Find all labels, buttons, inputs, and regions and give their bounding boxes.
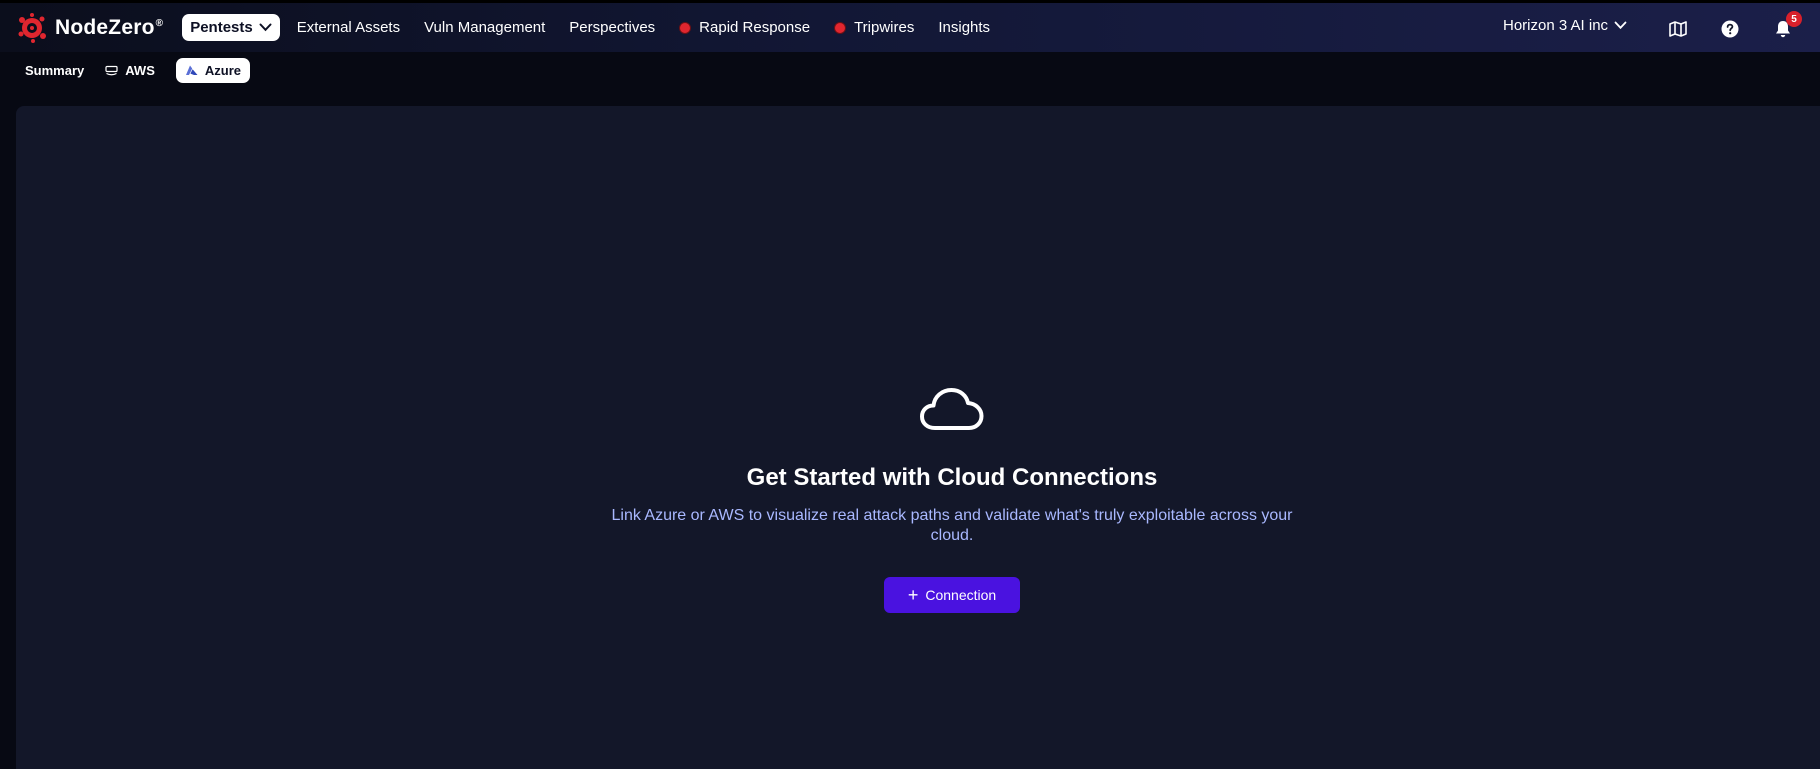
empty-state-description: Link Azure or AWS to visualize real atta… <box>611 507 1293 544</box>
main-nav: Pentests External Assets Vuln Management… <box>182 14 1014 41</box>
tab-azure-label: Azure <box>204 62 241 78</box>
nav-rapid-response[interactable]: Rapid Response <box>679 19 810 36</box>
tab-summary[interactable]: Summary <box>25 58 84 83</box>
top-navigation-bar: NodeZero® Pentests External Assets Vuln … <box>0 0 1820 52</box>
nodezero-logo[interactable]: NodeZero® <box>16 12 163 44</box>
tab-aws[interactable]: AWS <box>105 58 155 83</box>
chevron-down-icon <box>259 23 272 32</box>
tab-azure[interactable]: Azure <box>175 57 250 83</box>
map-icon[interactable] <box>1667 18 1689 40</box>
add-connection-button[interactable]: + Connection <box>884 577 1020 613</box>
aws-icon <box>105 65 118 76</box>
main-content-panel: Get Started with Cloud Connections Link … <box>16 106 1820 769</box>
nav-pentests-label: Pentests <box>190 19 253 36</box>
notification-count-badge: 5 <box>1786 11 1802 27</box>
alert-dot-icon <box>679 21 692 34</box>
nav-external-assets[interactable]: External Assets <box>297 19 400 36</box>
nav-insights[interactable]: Insights <box>938 19 990 36</box>
cloud-subnav: Summary AWS Azure <box>0 52 1820 88</box>
empty-state-title: Get Started with Cloud Connections <box>746 464 1158 491</box>
add-connection-label: Connection <box>925 587 997 603</box>
nav-pentests-dropdown[interactable]: Pentests <box>182 14 280 41</box>
tab-aws-label: AWS <box>125 62 155 78</box>
nav-tripwires[interactable]: Tripwires <box>834 19 914 36</box>
nav-perspectives[interactable]: Perspectives <box>569 19 655 36</box>
chevron-down-icon <box>1614 21 1627 30</box>
nav-tripwires-label: Tripwires <box>854 19 915 36</box>
cloud-icon <box>920 388 984 430</box>
nav-vuln-management[interactable]: Vuln Management <box>424 19 545 36</box>
empty-state: Get Started with Cloud Connections Link … <box>16 386 1820 613</box>
nodezero-logo-icon <box>16 12 48 44</box>
brand-name: NodeZero® <box>55 15 164 39</box>
nav-rapid-response-label: Rapid Response <box>699 19 811 36</box>
plus-icon: + <box>907 585 919 605</box>
org-selector[interactable]: Horizon 3 AI inc <box>1503 17 1627 34</box>
help-icon[interactable] <box>1719 18 1741 40</box>
alert-dot-icon <box>834 21 847 34</box>
org-name: Horizon 3 AI inc <box>1503 17 1609 34</box>
azure-icon <box>185 65 198 76</box>
